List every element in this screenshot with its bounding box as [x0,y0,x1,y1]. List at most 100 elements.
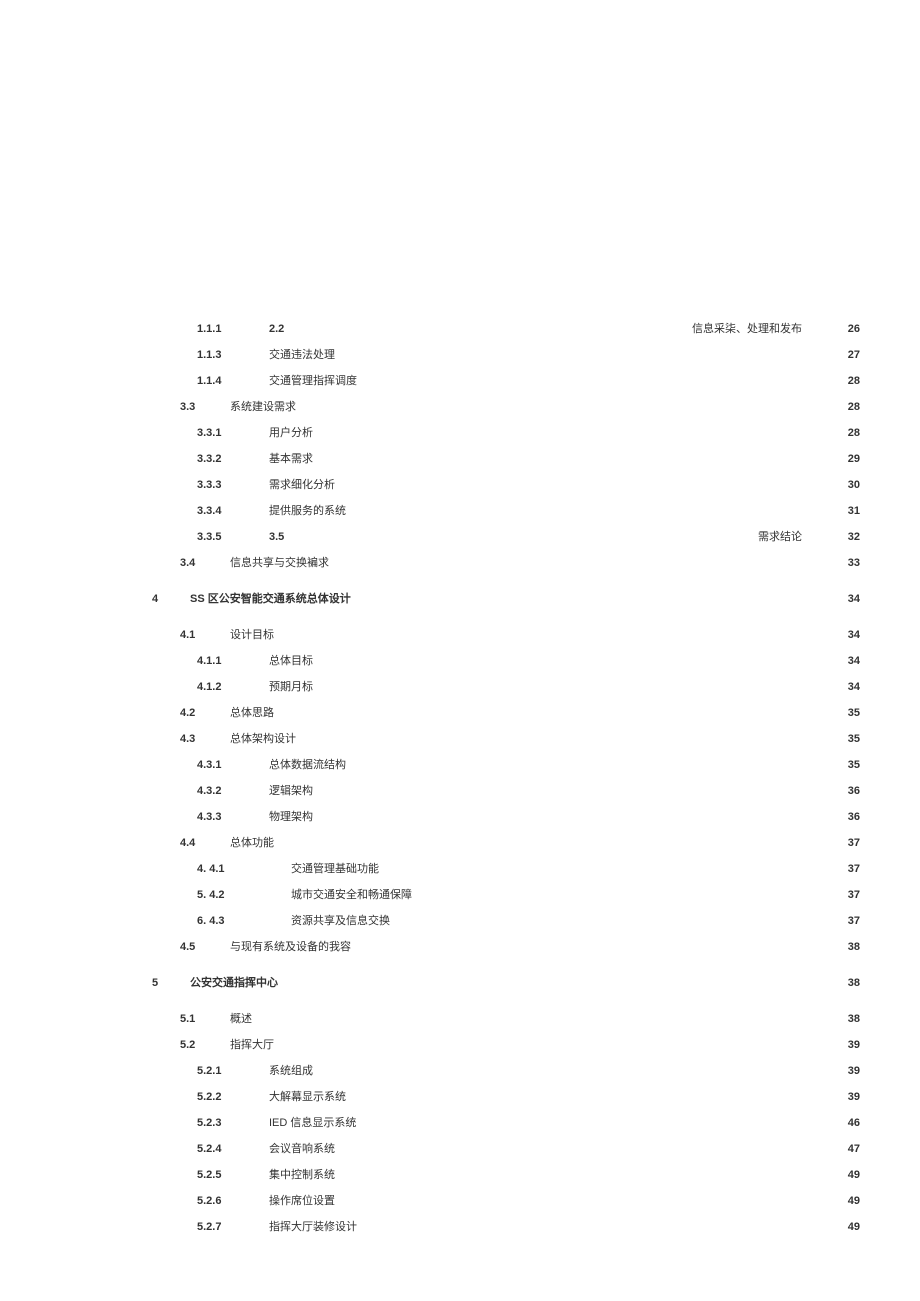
toc-entry: 1.1.4交通管理指挥调度 28 [152,372,860,390]
toc-page: 37 [840,915,860,927]
toc-number: 4.3.1 [152,759,269,771]
page: 1.1.12.2信息采柒、处理和发布261.1.3交通违法处理271.1.4交通… [0,0,920,1301]
toc-number: 5. 4.2 [152,889,291,901]
toc-title: 指挥大厅装修设计 [269,1218,357,1234]
toc-title: 概述 [230,1010,252,1026]
toc-number: 5.2.1 [152,1065,269,1077]
toc-entry: 5. 4.2城市交通安全和畅通保障37 [152,886,860,904]
toc-entry: 3.3系统建设需求 28 [152,398,860,416]
toc-title: 总体目标 [269,652,313,668]
toc-entry: 4. 4.1交通管理基础功能 37 [152,860,860,878]
toc-number: 5.2.4 [152,1143,269,1155]
section-gap [152,580,860,590]
toc-title: 系统建设需求 [230,398,296,414]
toc-page: 35 [840,733,860,745]
section-gap [152,616,860,626]
toc-title: 提供服务的系统 [269,502,346,518]
toc-number: 5.2.6 [152,1195,269,1207]
toc-page: 49 [840,1221,860,1233]
toc-title: 集中控制系统 [269,1166,335,1182]
toc-entry: 6. 4.3资源共享及信息交换37 [152,912,860,930]
toc-entry: 5公安交通指挥中心38 [152,974,860,992]
toc-number: 3.3.3 [152,479,269,491]
toc-page: 29 [840,453,860,465]
toc-number: 4.1.2 [152,681,269,693]
toc-entry: 3.4信息共享与交换褊求33 [152,554,860,572]
toc-suffix: 需求结论 [758,528,802,544]
toc-number: 5.2 [152,1039,230,1051]
toc-title: 逻辑架构 [269,782,313,798]
toc-entry: 5.2指挥大厅39 [152,1036,860,1054]
section-gap [152,964,860,974]
toc-title: 交通违法处理 [269,346,335,362]
toc-number: 3.3.5 [152,531,269,543]
toc-title: 总体思路 [230,704,274,720]
toc-page: 35 [840,707,860,719]
toc-number: 3.3.4 [152,505,269,517]
toc-page: 39 [840,1065,860,1077]
toc-entry: 4.3.2逻辑架构36 [152,782,860,800]
toc-entry: 5.2.6操作席位设置49 [152,1192,860,1210]
toc-number: 4.1.1 [152,655,269,667]
toc-number: 4. 4.1 [152,863,291,875]
toc-page: 36 [840,785,860,797]
toc-entry: 5.2.1系统组成 39 [152,1062,860,1080]
toc-page: 28 [840,427,860,439]
toc-page: 47 [840,1143,860,1155]
toc-entry: 5.1概述38 [152,1010,860,1028]
toc-page: 36 [840,811,860,823]
toc-suffix: 信息采柒、处理和发布 [692,320,802,336]
toc-title: SS 区公安智能交通系统总体设计 [190,590,351,606]
toc-title: 物理架构 [269,808,313,824]
toc-title: 系统组成 [269,1062,313,1078]
toc-title: 交通管理指挥调度 [269,372,357,388]
toc-number: 5.2.7 [152,1221,269,1233]
toc-title: 2.2 [269,323,284,335]
toc-number: 4.1 [152,629,230,641]
toc-entry: 4SS 区公安智能交通系统总体设计 34 [152,590,860,608]
toc-title: 基本需求 [269,450,313,466]
toc-page: 37 [840,863,860,875]
toc-number: 3.3 [152,401,230,413]
table-of-contents: 1.1.12.2信息采柒、处理和发布261.1.3交通违法处理271.1.4交通… [152,320,860,1236]
toc-title: IED 信息显示系统 [269,1114,356,1130]
toc-page: 49 [840,1195,860,1207]
toc-entry: 4.1设计目标34 [152,626,860,644]
toc-page: 28 [840,375,860,387]
toc-page: 46 [840,1117,860,1129]
toc-entry: 3.3.53.5需求结论32 [152,528,860,546]
toc-title: 交通管理基础功能 [291,860,379,876]
toc-number: 5 [152,977,190,989]
toc-title: 会议音响系统 [269,1140,335,1156]
toc-title: 大解幕显示系统 [269,1088,346,1104]
toc-title: 指挥大厅 [230,1036,274,1052]
toc-number: 4.4 [152,837,230,849]
toc-entry: 1.1.3交通违法处理27 [152,346,860,364]
toc-page: 35 [840,759,860,771]
toc-number: 1.1.1 [152,323,269,335]
toc-number: 1.1.4 [152,375,269,387]
toc-entry: 3.3.4提供服务的系统 31 [152,502,860,520]
toc-entry: 4.1.2预期月标34 [152,678,860,696]
toc-number: 6. 4.3 [152,915,291,927]
toc-page: 31 [840,505,860,517]
toc-entry: 4.3.3物理架构36 [152,808,860,826]
toc-title: 用户分析 [269,424,313,440]
toc-page: 38 [840,977,860,989]
toc-number: 4 [152,593,190,605]
toc-entry: 4.5与现有系统及设备的我容38 [152,938,860,956]
toc-page: 49 [840,1169,860,1181]
toc-number: 4.5 [152,941,230,953]
toc-number: 5.2.2 [152,1091,269,1103]
toc-entry: 5.2.2大解幕显示系统39 [152,1088,860,1106]
toc-page: 37 [840,889,860,901]
toc-number: 4.3 [152,733,230,745]
toc-page: 34 [840,593,860,605]
toc-title: 总体数据流结构 [269,756,346,772]
toc-entry: 5.2.7指挥大厅装修设计 49 [152,1218,860,1236]
toc-entry: 5.2.4会议音响系统 47 [152,1140,860,1158]
toc-page: 28 [840,401,860,413]
toc-number: 5.1 [152,1013,230,1025]
toc-title: 设计目标 [230,626,274,642]
toc-page: 38 [840,941,860,953]
